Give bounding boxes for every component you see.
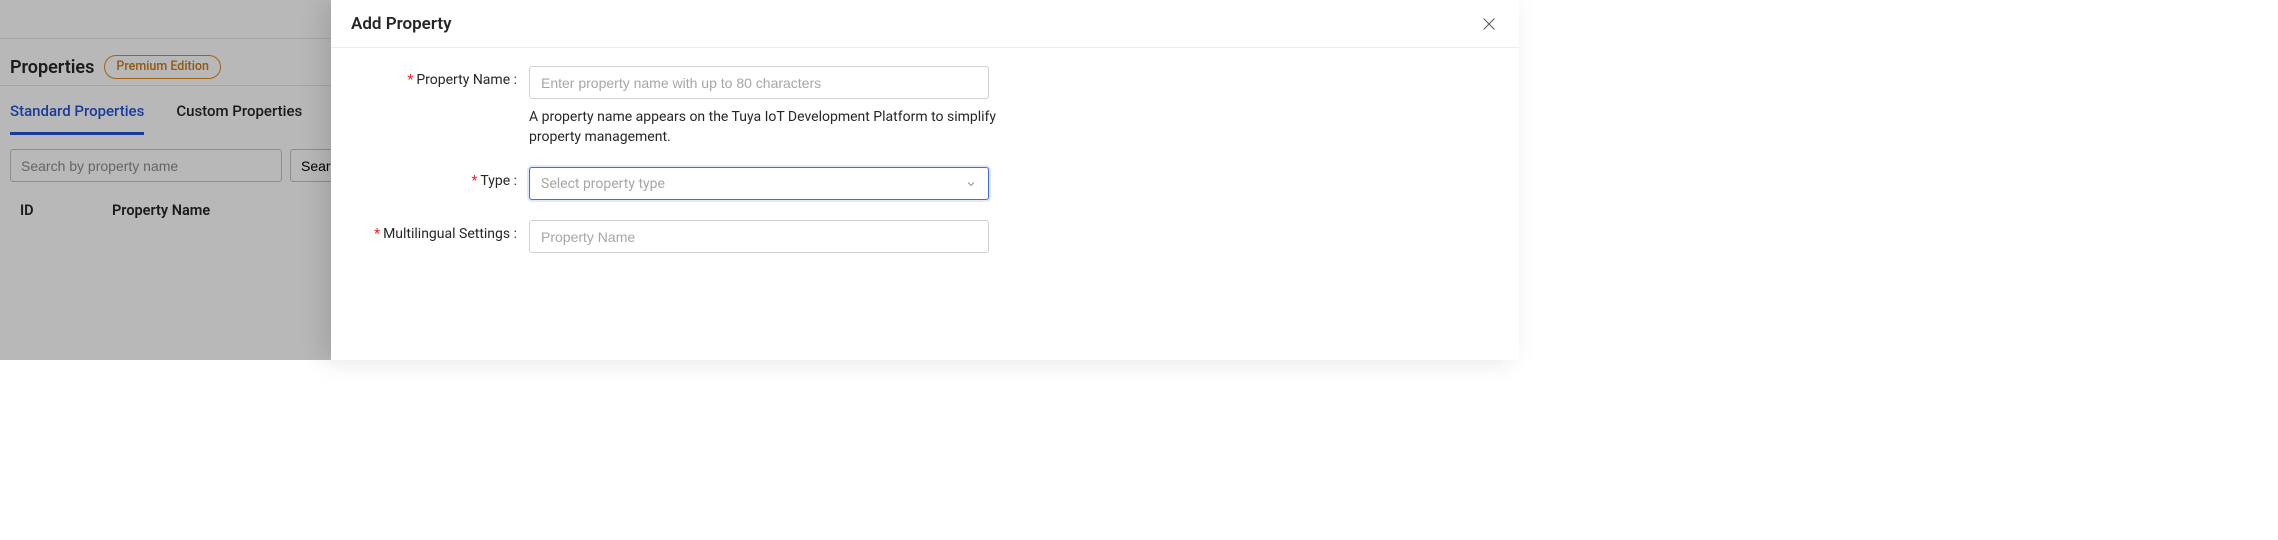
field-property-name: *Property Name : A property name appears… xyxy=(355,66,1495,147)
multilingual-label-cell: *Multilingual Settings : xyxy=(355,220,529,242)
close-icon xyxy=(1481,16,1497,32)
property-name-help: A property name appears on the Tuya IoT … xyxy=(529,107,1027,147)
field-type: *Type : Select property type xyxy=(355,167,1495,200)
add-property-form: *Property Name : A property name appears… xyxy=(331,48,1519,273)
type-label-cell: *Type : xyxy=(355,167,529,189)
multilingual-input[interactable] xyxy=(529,220,989,253)
required-asterisk: * xyxy=(407,72,413,88)
chevron-down-icon xyxy=(965,178,977,190)
close-button[interactable] xyxy=(1477,12,1501,36)
drawer-header: Add Property xyxy=(331,0,1519,48)
type-select-placeholder: Select property type xyxy=(541,176,965,192)
property-name-label-cell: *Property Name : xyxy=(355,66,529,88)
property-name-input[interactable] xyxy=(529,66,989,99)
add-property-drawer: Add Property *Property Name : A property… xyxy=(331,0,1519,360)
required-asterisk: * xyxy=(471,173,477,189)
property-name-label: Property Name xyxy=(416,72,510,88)
type-label: Type xyxy=(480,173,510,189)
field-multilingual: *Multilingual Settings : xyxy=(355,220,1495,253)
required-asterisk: * xyxy=(374,226,380,242)
drawer-title: Add Property xyxy=(351,14,452,34)
type-select[interactable]: Select property type xyxy=(529,167,989,200)
multilingual-label: Multilingual Settings xyxy=(383,226,510,242)
